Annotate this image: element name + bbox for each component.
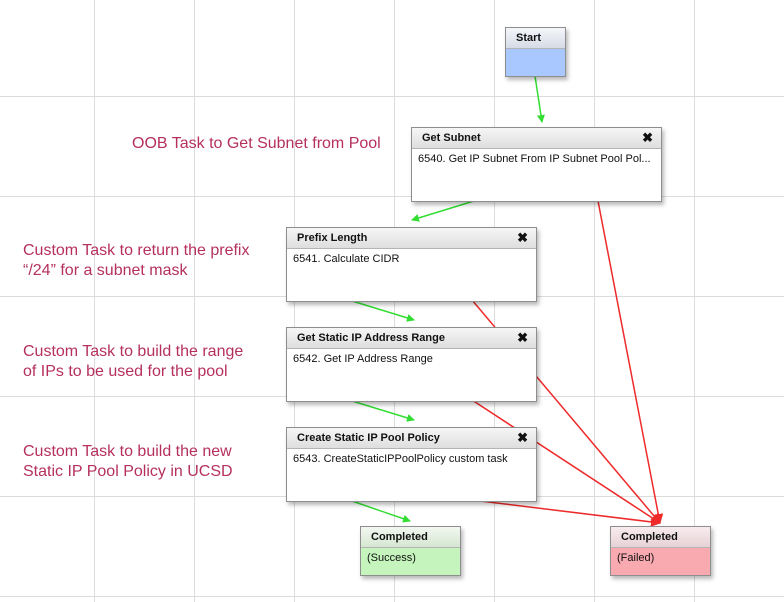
annotation-range-line2: of IPs to be used for the pool <box>23 363 228 380</box>
task-get-subnet-title: Get Subnet <box>422 132 481 144</box>
edge-get-subnet-to-prefix <box>411 200 475 222</box>
task-get-subnet[interactable]: Get Subnet ✖ 6540. Get IP Subnet From IP… <box>411 127 662 202</box>
edge-policy-to-failed <box>471 499 661 527</box>
task-get-subnet-description: 6540. Get IP Subnet From IP Subnet Pool … <box>418 153 651 165</box>
annotation-prefix-line2: “/24” for a subnet mask <box>23 262 188 279</box>
task-pool-policy-header: Create Static IP Pool Policy ✖ <box>287 428 536 449</box>
completed-success-status: (Success) <box>367 552 416 564</box>
task-get-subnet-header: Get Subnet ✖ <box>412 128 661 149</box>
edge-policy-to-success <box>348 499 411 523</box>
task-pool-policy[interactable]: Create Static IP Pool Policy ✖ 6543. Cre… <box>286 427 537 502</box>
annotation-ip-range: Custom Task to build the range of IPs to… <box>23 342 243 382</box>
task-prefix-length[interactable]: Prefix Length ✖ 6541. Calculate CIDR <box>286 227 537 302</box>
annotation-prefix-line1: Custom Task to return the prefix <box>23 242 250 259</box>
edge-range-to-policy <box>348 399 415 422</box>
task-pool-policy-title: Create Static IP Pool Policy <box>297 432 440 444</box>
annotation-prefix-length: Custom Task to return the prefix “/24” f… <box>23 241 249 281</box>
task-ip-range-description: 6542. Get IP Address Range <box>293 353 433 365</box>
task-pool-policy-description: 6543. CreateStaticIPPoolPolicy custom ta… <box>293 453 508 465</box>
close-icon[interactable]: ✖ <box>642 128 653 148</box>
annotation-policy-line2: Static IP Pool Policy in UCSD <box>23 463 233 480</box>
completed-failed-status: (Failed) <box>617 552 655 564</box>
close-icon[interactable]: ✖ <box>517 328 528 348</box>
task-prefix-length-description: 6541. Calculate CIDR <box>293 253 400 265</box>
close-icon[interactable]: ✖ <box>517 428 528 448</box>
edge-start-to-get-subnet <box>534 75 545 123</box>
task-prefix-length-title: Prefix Length <box>297 232 368 244</box>
completed-failed-node[interactable]: Completed (Failed) <box>610 526 711 576</box>
task-ip-range[interactable]: Get Static IP Address Range ✖ 6542. Get … <box>286 327 537 402</box>
completed-success-header: Completed <box>361 527 460 548</box>
close-icon[interactable]: ✖ <box>517 228 528 248</box>
annotation-get-subnet: OOB Task to Get Subnet from Pool <box>132 134 381 154</box>
completed-success-node[interactable]: Completed (Success) <box>360 526 461 576</box>
completed-failed-header: Completed <box>611 527 710 548</box>
task-ip-range-title: Get Static IP Address Range <box>297 332 445 344</box>
edge-prefix-to-range <box>348 299 415 322</box>
start-node-title: Start <box>516 32 542 44</box>
annotation-policy-line1: Custom Task to build the new <box>23 443 232 460</box>
start-node-header: Start <box>506 28 565 49</box>
edge-get-subnet-to-failed <box>597 200 664 524</box>
task-ip-range-header: Get Static IP Address Range ✖ <box>287 328 536 349</box>
completed-failed-title: Completed <box>621 531 678 543</box>
annotation-range-line1: Custom Task to build the range <box>23 343 244 360</box>
completed-success-title: Completed <box>371 531 428 543</box>
annotation-get-subnet-text: OOB Task to Get Subnet from Pool <box>132 135 381 152</box>
start-node[interactable]: Start <box>505 27 566 77</box>
task-prefix-length-header: Prefix Length ✖ <box>287 228 536 249</box>
annotation-pool-policy: Custom Task to build the new Static IP P… <box>23 442 233 482</box>
